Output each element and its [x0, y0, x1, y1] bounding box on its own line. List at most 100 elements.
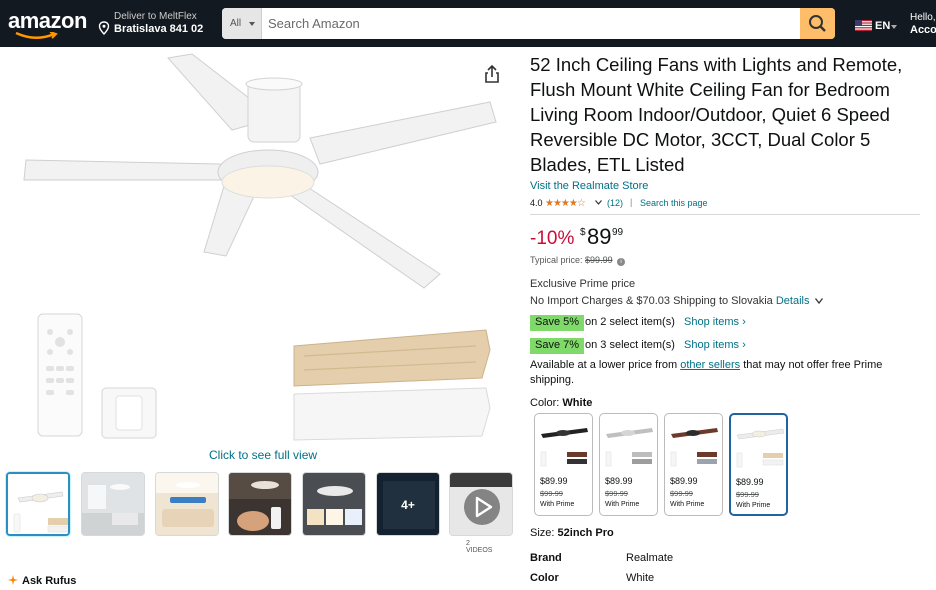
- search-bar: All: [222, 8, 835, 39]
- account-label: Acco: [910, 24, 936, 36]
- save-badge: Save 5%: [530, 315, 585, 331]
- lower-price-notice: Available at a lower price from other se…: [530, 358, 920, 388]
- spec-key: Color: [530, 572, 559, 584]
- shipping-info: No Import Charges & $70.03 Shipping to S…: [530, 295, 823, 307]
- location-pin-icon: [98, 21, 110, 35]
- thumbnail-main-fan[interactable]: [6, 472, 70, 536]
- rating-value: 4.0: [530, 198, 543, 208]
- spec-key: Brand: [530, 552, 562, 564]
- swatch-old-price: $99.99: [736, 490, 759, 499]
- swatch-old-price: $99.99: [670, 489, 693, 498]
- store-link[interactable]: Visit the Realmate Store: [530, 180, 920, 192]
- thumbnail-image: [8, 474, 68, 534]
- amazon-logo[interactable]: amazon: [8, 8, 88, 40]
- lower-price-prefix: Available at a lower price from: [530, 359, 678, 371]
- shipping-text: No Import Charges & $70.03 Shipping to S…: [530, 295, 773, 307]
- color-value: White: [562, 397, 593, 409]
- review-count-link[interactable]: (12): [607, 198, 623, 208]
- deliver-line-1: Deliver to MeltFlex: [114, 11, 197, 22]
- spec-value: White: [626, 572, 655, 584]
- swatch-prime-label: With Prime: [540, 501, 575, 508]
- shop-items-link[interactable]: Shop items ›: [684, 316, 746, 328]
- details-link[interactable]: Details: [776, 295, 810, 307]
- size-label: Size: 52inch Pro: [530, 527, 614, 539]
- price-fraction: 99: [612, 227, 624, 238]
- chevron-down-icon[interactable]: [595, 200, 602, 205]
- swatch-price: $89.99: [670, 476, 698, 486]
- discount-percent: -10%: [530, 228, 575, 249]
- swatch-price: $89.99: [605, 476, 633, 486]
- thumbnail-image: [303, 473, 365, 535]
- section-divider: [530, 214, 920, 215]
- product-info: 52 Inch Ceiling Fans with Lights and Rem…: [530, 52, 920, 584]
- typical-price-value: $99.99: [585, 255, 613, 265]
- save-badge: Save 7%: [530, 338, 585, 354]
- exclusive-prime-price: Exclusive Prime price: [530, 278, 636, 290]
- spec-value: Realmate: [626, 552, 674, 564]
- more-images-count: 4+: [377, 473, 439, 535]
- top-navigation-bar: amazon Deliver to MeltFlex Bratislava 84…: [0, 0, 936, 47]
- search-this-page-link[interactable]: Search this page: [640, 198, 708, 208]
- ask-rufus-label: Ask Rufus: [22, 575, 77, 587]
- thumbnail-remote-in-hand[interactable]: [228, 472, 292, 536]
- caret-down-icon: [891, 25, 897, 29]
- thumbnail-image: [229, 473, 291, 535]
- color-swatch-black[interactable]: $89.99 $99.99 With Prime: [534, 413, 593, 516]
- search-category-dropdown[interactable]: All: [222, 8, 262, 39]
- logo-text: amazon: [8, 8, 87, 33]
- thumbnail-video[interactable]: [449, 472, 513, 536]
- other-sellers-link[interactable]: other sellers: [680, 359, 740, 371]
- deliver-line-2: Bratislava 841 02: [114, 23, 204, 35]
- share-icon[interactable]: [482, 64, 502, 84]
- typical-price-label: Typical price:: [530, 255, 583, 265]
- color-label-text: Color:: [530, 397, 560, 409]
- language-code: EN: [875, 20, 891, 32]
- search-input[interactable]: [262, 8, 800, 39]
- swatch-prime-label: With Prime: [605, 501, 640, 508]
- thumbnail-room-scene[interactable]: [81, 472, 145, 536]
- videos-count-label: 2 VIDEOS: [466, 540, 493, 554]
- swatch-prime-label: With Prime: [736, 502, 771, 509]
- account-greeting: Hello,: [910, 12, 936, 23]
- swatch-image: [736, 428, 785, 468]
- thumbnail-image: [156, 473, 218, 535]
- swatch-old-price: $99.99: [540, 489, 563, 498]
- product-title: 52 Inch Ceiling Fans with Lights and Rem…: [530, 54, 903, 175]
- typical-price: Typical price: $99.99 i: [530, 255, 626, 266]
- info-icon[interactable]: i: [617, 258, 626, 266]
- account-menu[interactable]: Hello, Acco: [910, 12, 936, 36]
- swatch-image: [540, 428, 588, 467]
- caret-down-icon: [249, 22, 255, 26]
- main-product-image[interactable]: [20, 52, 500, 442]
- thumbnail-light-colors[interactable]: [302, 472, 366, 536]
- thumbnail-speed-adjust[interactable]: [155, 472, 219, 536]
- swatch-price: $89.99: [540, 476, 568, 486]
- search-category-label: All: [230, 18, 242, 29]
- swatch-old-price: $99.99: [605, 489, 628, 498]
- save-offer-text: on 3 select item(s): [585, 339, 675, 351]
- search-icon: [809, 15, 826, 32]
- smile-arrow-icon: [15, 32, 58, 39]
- color-swatch-silver[interactable]: $89.99 $99.99 With Prime: [599, 413, 658, 516]
- chevron-down-icon[interactable]: [814, 298, 823, 304]
- search-button[interactable]: [800, 8, 835, 39]
- thumbnail-more-images[interactable]: 4+: [376, 472, 440, 536]
- us-flag-icon: [855, 20, 872, 31]
- ask-rufus-button[interactable]: Ask Rufus: [8, 575, 76, 587]
- star-rating-icon[interactable]: ★★★★☆: [545, 198, 586, 209]
- swatch-image: [670, 428, 718, 467]
- color-label: Color: White: [530, 397, 592, 409]
- shop-items-link[interactable]: Shop items ›: [684, 339, 746, 351]
- size-value: 52inch Pro: [557, 527, 614, 539]
- save-offer-text: on 2 select item(s): [585, 316, 675, 328]
- color-swatch-brown[interactable]: $89.99 $99.99 With Prime: [664, 413, 723, 516]
- price-currency: $: [580, 227, 586, 238]
- color-swatch-white[interactable]: $89.99 $99.99 With Prime: [729, 413, 788, 516]
- sparkle-icon: [8, 575, 18, 585]
- price-whole: 89: [587, 224, 612, 249]
- play-icon: [475, 496, 493, 518]
- see-full-view-link[interactable]: Click to see full view: [209, 448, 317, 462]
- swatch-image: [605, 428, 653, 467]
- swatch-price: $89.99: [736, 477, 764, 487]
- thumbnail-image: [82, 473, 144, 535]
